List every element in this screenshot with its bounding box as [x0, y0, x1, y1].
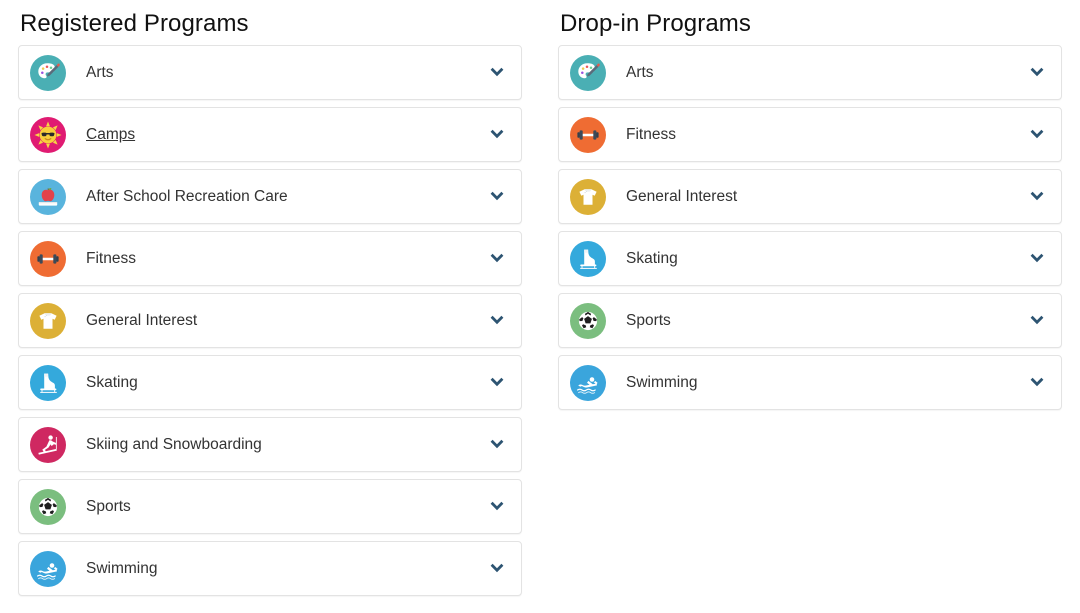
column-title: Drop-in Programs [560, 10, 1062, 38]
chevron-down-icon[interactable] [487, 187, 507, 207]
chevron-down-icon[interactable] [1027, 311, 1047, 331]
program-category-list: Arts Camps After School Recreation Care Fit… [18, 45, 522, 596]
column-title: Registered Programs [20, 10, 522, 38]
chevron-down-icon[interactable] [487, 249, 507, 269]
program-category-label[interactable]: Skating [626, 250, 1027, 268]
program-category-label[interactable]: Sports [626, 312, 1027, 330]
program-category-card[interactable]: Swimming [558, 355, 1062, 410]
fitness-dumbbell-icon [30, 241, 66, 277]
chevron-down-icon[interactable] [1027, 63, 1047, 83]
program-category-list: Arts Fitness General Interest Skating Sports… [558, 45, 1062, 410]
chevron-down-icon[interactable] [487, 497, 507, 517]
program-category-label[interactable]: Sports [86, 498, 487, 516]
program-column: Registered Programs Arts Camps After School… [0, 0, 540, 596]
program-category-card[interactable]: Arts [558, 45, 1062, 100]
general-interest-tshirt-icon [570, 179, 606, 215]
program-category-label[interactable]: Camps [86, 126, 487, 144]
arts-palette-icon [570, 55, 606, 91]
program-category-label[interactable]: Fitness [86, 250, 487, 268]
chevron-down-icon[interactable] [487, 125, 507, 145]
chevron-down-icon[interactable] [1027, 249, 1047, 269]
program-category-card[interactable]: General Interest [18, 293, 522, 348]
arts-palette-icon [30, 55, 66, 91]
program-columns: Registered Programs Arts Camps After School… [0, 0, 1080, 596]
chevron-down-icon[interactable] [487, 559, 507, 579]
chevron-down-icon[interactable] [1027, 187, 1047, 207]
program-category-card[interactable]: Swimming [18, 541, 522, 596]
skating-ice-skate-icon [30, 365, 66, 401]
chevron-down-icon[interactable] [487, 373, 507, 393]
program-category-card[interactable]: Sports [18, 479, 522, 534]
chevron-down-icon[interactable] [487, 63, 507, 83]
program-category-card[interactable]: Fitness [18, 231, 522, 286]
program-category-card[interactable]: Fitness [558, 107, 1062, 162]
program-category-label[interactable]: Swimming [626, 374, 1027, 392]
chevron-down-icon[interactable] [1027, 373, 1047, 393]
program-category-label[interactable]: Swimming [86, 560, 487, 578]
skating-ice-skate-icon [570, 241, 606, 277]
program-category-label[interactable]: General Interest [626, 188, 1027, 206]
program-category-label[interactable]: Skiing and Snowboarding [86, 436, 487, 454]
program-categories-page: Registered Programs Arts Camps After School… [0, 0, 1080, 613]
sports-soccer-ball-icon [570, 303, 606, 339]
general-interest-tshirt-icon [30, 303, 66, 339]
chevron-down-icon[interactable] [487, 311, 507, 331]
fitness-dumbbell-icon [570, 117, 606, 153]
sports-soccer-ball-icon [30, 489, 66, 525]
chevron-down-icon[interactable] [487, 435, 507, 455]
program-category-card[interactable]: Sports [558, 293, 1062, 348]
skiing-skier-icon [30, 427, 66, 463]
after-school-apple-book-icon [30, 179, 66, 215]
program-category-card[interactable]: Skating [18, 355, 522, 410]
program-category-label[interactable]: Arts [86, 64, 487, 82]
swimming-swimmer-icon [570, 365, 606, 401]
program-category-card[interactable]: Camps [18, 107, 522, 162]
program-category-label[interactable]: Arts [626, 64, 1027, 82]
program-category-card[interactable]: General Interest [558, 169, 1062, 224]
swimming-swimmer-icon [30, 551, 66, 587]
program-category-label[interactable]: General Interest [86, 312, 487, 330]
program-category-card[interactable]: Arts [18, 45, 522, 100]
program-category-label[interactable]: Fitness [626, 126, 1027, 144]
program-category-card[interactable]: Skiing and Snowboarding [18, 417, 522, 472]
camps-sun-icon [30, 117, 66, 153]
program-category-label[interactable]: Skating [86, 374, 487, 392]
chevron-down-icon[interactable] [1027, 125, 1047, 145]
program-column: Drop-in Programs Arts Fitness General Inter… [540, 0, 1080, 410]
program-category-card[interactable]: Skating [558, 231, 1062, 286]
program-category-label[interactable]: After School Recreation Care [86, 188, 487, 206]
program-category-card[interactable]: After School Recreation Care [18, 169, 522, 224]
